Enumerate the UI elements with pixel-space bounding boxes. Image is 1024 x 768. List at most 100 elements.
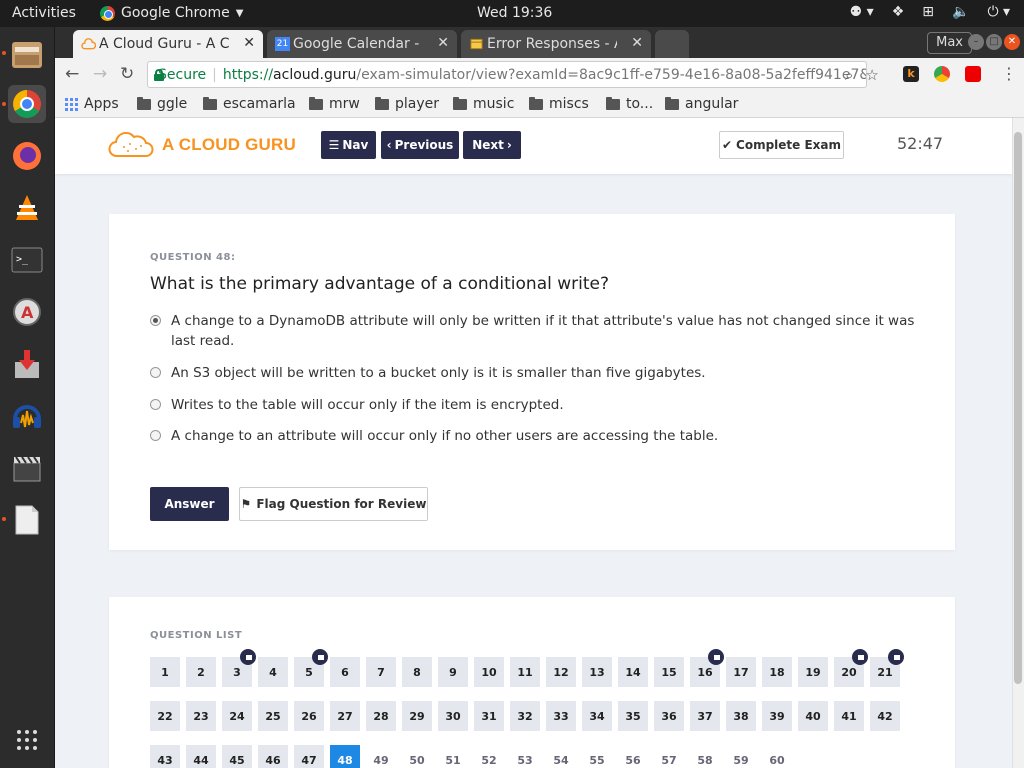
- question-number-button[interactable]: 47: [294, 745, 324, 768]
- activities-button[interactable]: Activities: [12, 5, 76, 21]
- extension-red-icon[interactable]: [965, 66, 981, 82]
- question-number-button[interactable]: 57: [654, 745, 684, 768]
- accessibility-icon[interactable]: ⚉ ▾: [850, 4, 874, 20]
- question-number-button[interactable]: 41: [834, 701, 864, 731]
- question-number-button[interactable]: 38: [726, 701, 756, 731]
- question-number-button[interactable]: 27: [330, 701, 360, 731]
- question-number-button[interactable]: 34: [582, 701, 612, 731]
- power-icon[interactable]: ⏻ ▾: [987, 4, 1010, 20]
- bookmark-folder-music[interactable]: music: [453, 96, 514, 112]
- zoom-icon[interactable]: ⌕: [845, 66, 853, 84]
- close-window-icon[interactable]: ✕: [1004, 34, 1020, 50]
- flag-for-review-button[interactable]: ⚑ Flag Question for Review: [239, 487, 428, 521]
- show-applications-icon[interactable]: [8, 721, 46, 759]
- question-number-button[interactable]: 59: [726, 745, 756, 768]
- question-number-button[interactable]: 53: [510, 745, 540, 768]
- answer-option[interactable]: A change to a DynamoDB attribute will on…: [150, 311, 920, 351]
- question-number-button[interactable]: 49: [366, 745, 396, 768]
- question-number-button[interactable]: 5: [294, 649, 328, 687]
- scrollbar-thumb[interactable]: [1014, 132, 1022, 684]
- question-number-button[interactable]: 13: [582, 657, 612, 687]
- question-number-button[interactable]: 14: [618, 657, 648, 687]
- bookmark-apps[interactable]: Apps: [65, 96, 119, 112]
- reload-icon[interactable]: ↻: [120, 64, 134, 84]
- dropbox-icon[interactable]: ❖: [892, 4, 905, 20]
- network-icon[interactable]: ⊞: [922, 4, 934, 20]
- question-number-button[interactable]: 12: [546, 657, 576, 687]
- question-number-button[interactable]: 15: [654, 657, 684, 687]
- question-number-button[interactable]: 29: [402, 701, 432, 731]
- software-updater-icon[interactable]: A: [8, 293, 46, 331]
- question-number-button[interactable]: 24: [222, 701, 252, 731]
- question-number-button[interactable]: 31: [474, 701, 504, 731]
- question-number-button[interactable]: 37: [690, 701, 720, 731]
- answer-option[interactable]: Writes to the table will occur only if t…: [150, 395, 920, 415]
- question-number-button[interactable]: 8: [402, 657, 432, 687]
- extension-color-icon[interactable]: [934, 66, 950, 82]
- question-number-button[interactable]: 7: [366, 657, 396, 687]
- option-radio[interactable]: [150, 315, 161, 326]
- files-icon[interactable]: [8, 35, 46, 73]
- question-number-button[interactable]: 33: [546, 701, 576, 731]
- clock[interactable]: Wed 19:36: [477, 5, 552, 21]
- system-tray[interactable]: ⚉ ▾ ❖ ⊞ 🔈 ⏻ ▾: [850, 4, 1010, 20]
- close-tab-icon[interactable]: ✕: [243, 35, 255, 51]
- question-number-button[interactable]: 40: [798, 701, 828, 731]
- question-number-button[interactable]: 20: [834, 649, 868, 687]
- question-number-button[interactable]: 21: [870, 649, 904, 687]
- question-number-button[interactable]: 45: [222, 745, 252, 768]
- site-logo[interactable]: A CLOUD GURU: [108, 132, 296, 158]
- question-number-button[interactable]: 23: [186, 701, 216, 731]
- question-number-button[interactable]: 3: [222, 649, 256, 687]
- firefox-icon[interactable]: [8, 137, 46, 175]
- question-number-button[interactable]: 10: [474, 657, 504, 687]
- chrome-launcher-icon[interactable]: [8, 85, 46, 123]
- question-number-button[interactable]: 35: [618, 701, 648, 731]
- bookmark-folder-player[interactable]: player: [375, 96, 439, 112]
- question-number-button[interactable]: 26: [294, 701, 324, 731]
- question-number-button[interactable]: 43: [150, 745, 180, 768]
- page-scrollbar[interactable]: [1012, 118, 1024, 768]
- question-number-button[interactable]: 50: [402, 745, 432, 768]
- question-number-button[interactable]: 32: [510, 701, 540, 731]
- answer-option[interactable]: An S3 object will be written to a bucket…: [150, 363, 920, 383]
- next-button[interactable]: Next ›: [463, 131, 521, 159]
- bookmark-folder-angular[interactable]: angular: [665, 96, 738, 112]
- close-tab-icon[interactable]: ✕: [437, 35, 449, 51]
- terminal-icon[interactable]: >_: [8, 241, 46, 279]
- back-icon[interactable]: ←: [65, 64, 79, 84]
- question-number-button[interactable]: 22: [150, 701, 180, 731]
- question-number-button[interactable]: 1: [150, 657, 180, 687]
- question-number-button[interactable]: 6: [330, 657, 360, 687]
- close-tab-icon[interactable]: ✕: [631, 35, 643, 51]
- tab-a-cloud-guru[interactable]: A Cloud Guru - A Cloud Guru ✕: [73, 30, 263, 58]
- answer-option[interactable]: A change to an attribute will occur only…: [150, 426, 920, 446]
- bookmark-folder-miscs[interactable]: miscs: [529, 96, 589, 112]
- option-radio[interactable]: [150, 399, 161, 410]
- question-number-button[interactable]: 52: [474, 745, 504, 768]
- previous-button[interactable]: ‹ Previous: [381, 131, 459, 159]
- new-tab-button[interactable]: [655, 30, 689, 58]
- text-editor-icon[interactable]: [8, 501, 46, 539]
- bookmark-folder-mrw[interactable]: mrw: [309, 96, 360, 112]
- vlc-icon[interactable]: [8, 189, 46, 227]
- tab-google-calendar[interactable]: 21 Google Calendar - 4 ... ✕: [267, 30, 457, 58]
- bookmark-star-icon[interactable]: ☆: [865, 66, 878, 84]
- question-number-button[interactable]: 28: [366, 701, 396, 731]
- question-number-button[interactable]: 25: [258, 701, 288, 731]
- question-number-button[interactable]: 16: [690, 649, 724, 687]
- question-number-button[interactable]: 44: [186, 745, 216, 768]
- bookmark-folder-escamarla[interactable]: escamarla: [203, 96, 296, 112]
- question-number-button[interactable]: 56: [618, 745, 648, 768]
- extension-k-icon[interactable]: k: [903, 66, 919, 82]
- tab-error-responses[interactable]: Error Responses - Amazon ... ✕: [461, 30, 651, 58]
- question-number-button[interactable]: 9: [438, 657, 468, 687]
- bookmark-folder-to[interactable]: to...: [606, 96, 653, 112]
- address-bar[interactable]: Secure | https:// acloud.guru /exam-simu…: [147, 61, 867, 88]
- question-number-button[interactable]: 17: [726, 657, 756, 687]
- app-menu[interactable]: Google Chrome ▼: [100, 5, 243, 21]
- question-number-button[interactable]: 58: [690, 745, 720, 768]
- option-radio[interactable]: [150, 367, 161, 378]
- question-number-button[interactable]: 36: [654, 701, 684, 731]
- audacity-icon[interactable]: [8, 397, 46, 435]
